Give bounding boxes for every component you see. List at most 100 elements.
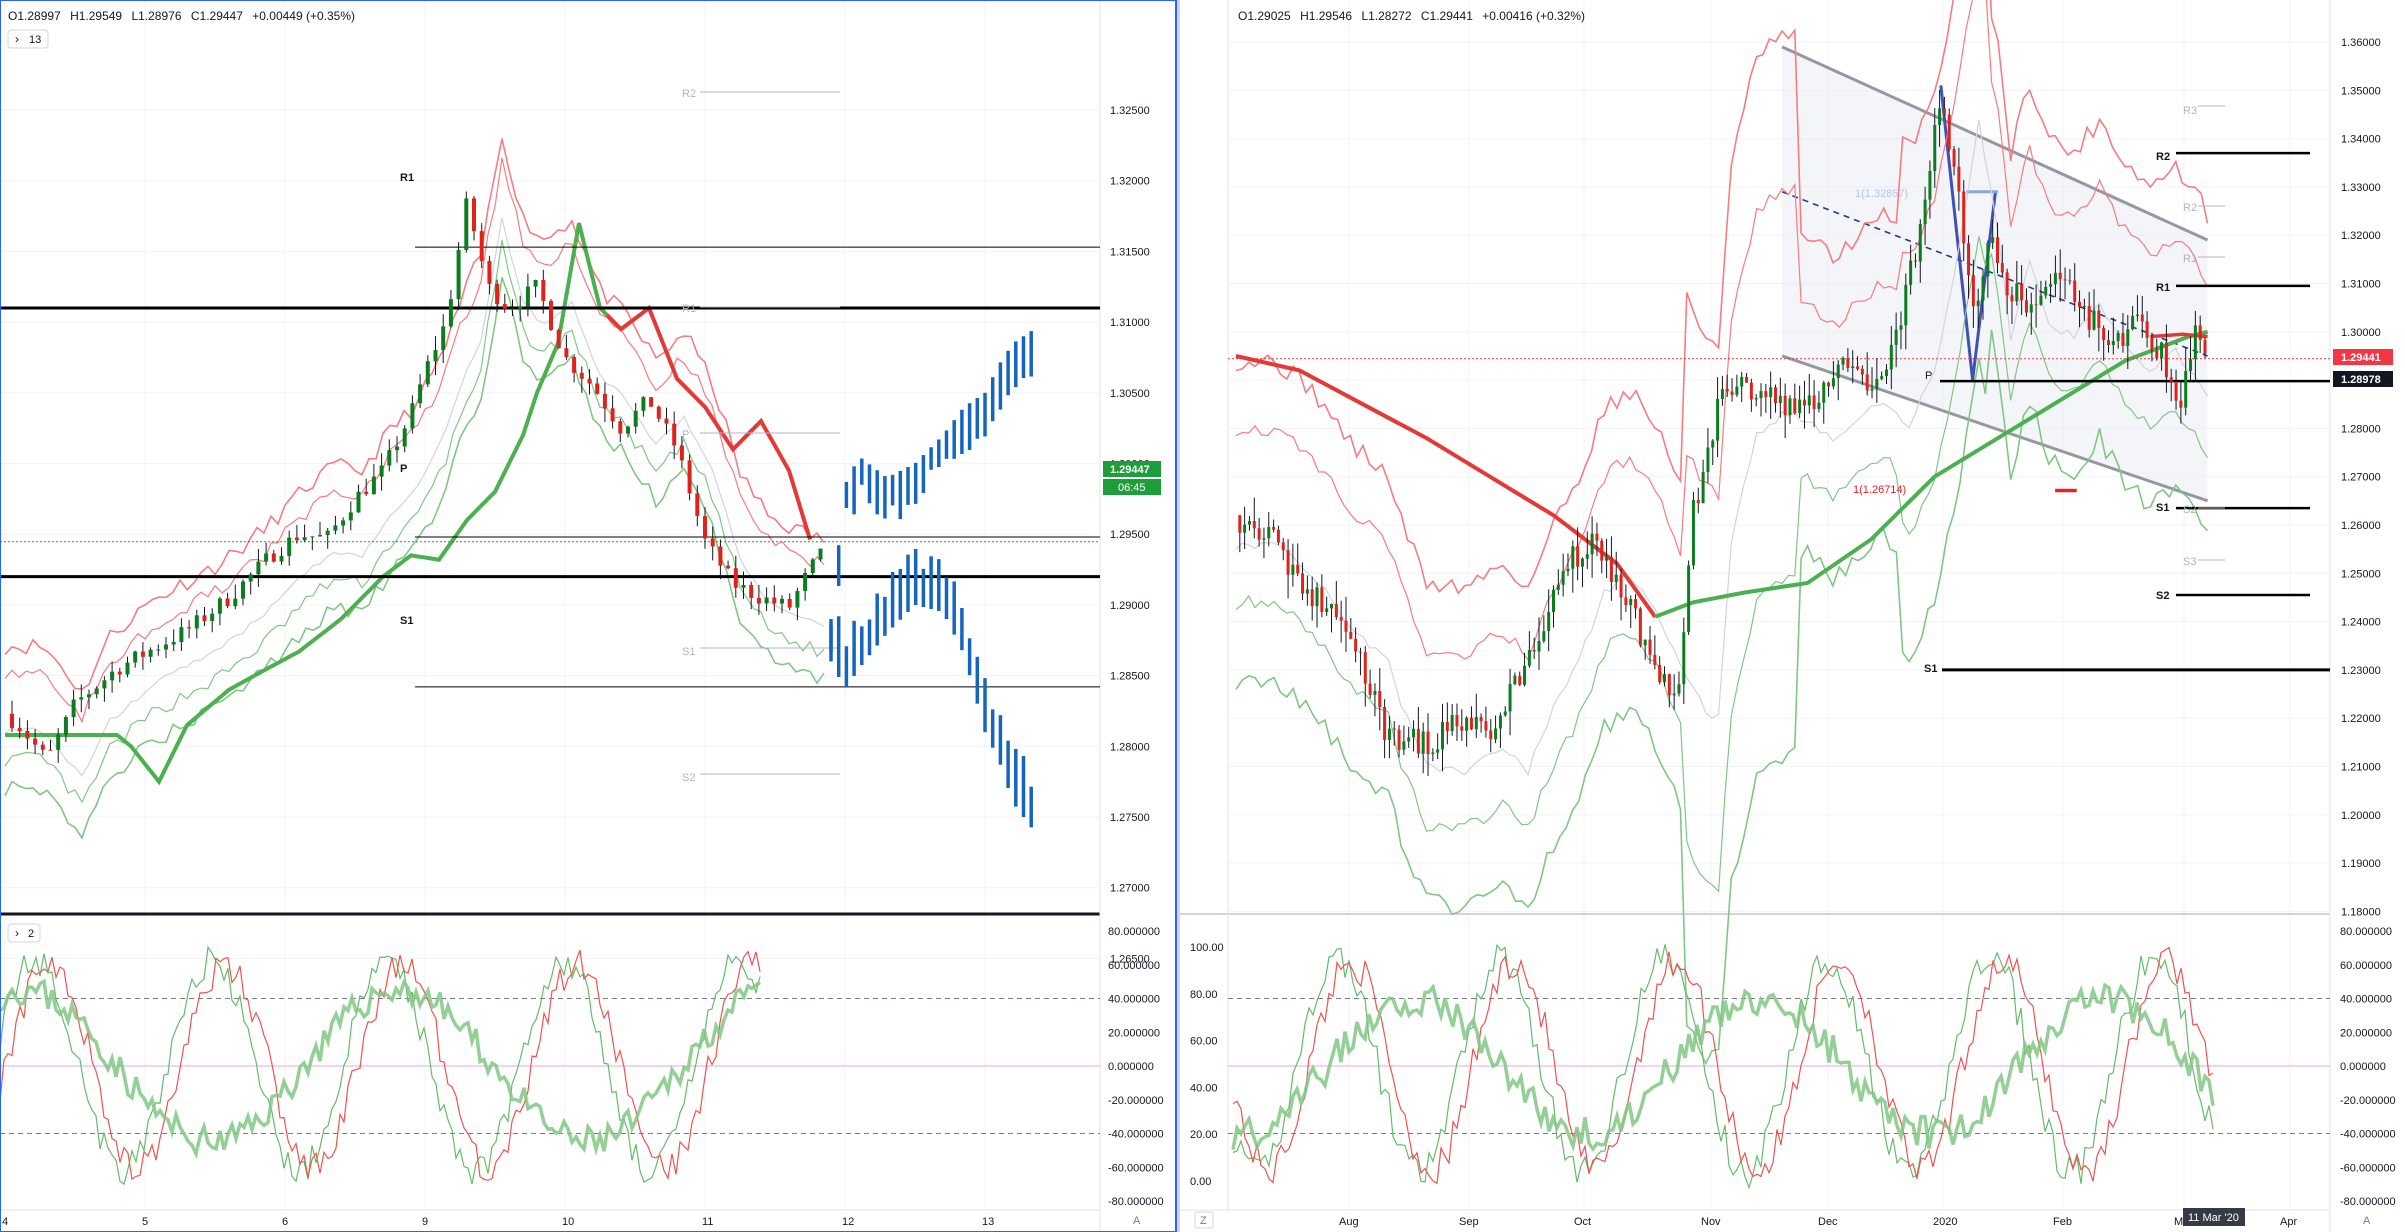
right-candle-body xyxy=(2126,329,2130,346)
left-countdown-text: 06:45 xyxy=(1118,482,1146,494)
right-time-tick-label: Aug xyxy=(1339,1216,1359,1228)
right-auto-scale-button[interactable]: A xyxy=(2363,1215,2371,1227)
right-candle-body xyxy=(2078,301,2082,307)
left-candle-body xyxy=(510,308,515,310)
right-candle-body xyxy=(1856,366,1860,369)
right-candle-body xyxy=(1691,500,1695,566)
right-candle-body xyxy=(2155,349,2159,359)
right-candle-body xyxy=(1725,388,1729,392)
left-price-tick-label: 1.28500 xyxy=(1110,671,1150,683)
right-candle-body xyxy=(1580,558,1584,567)
right-candle-body xyxy=(1788,398,1792,416)
right-candle-body xyxy=(2068,280,2072,282)
right-candle-body xyxy=(1310,589,1314,607)
left-indicator-count: 2 xyxy=(28,928,34,940)
right-candle-body xyxy=(1846,358,1850,368)
right-candle-body xyxy=(1494,728,1498,740)
right-osc-tick-label: 0.000000 xyxy=(2340,1061,2386,1073)
right-candle-body xyxy=(1913,260,1917,262)
right-candle-body xyxy=(1706,447,1710,473)
left-last-price-text: 1.29447 xyxy=(1110,464,1150,476)
right-ghost-s2-label: S2 xyxy=(2183,504,2196,516)
right-candle-body xyxy=(1798,399,1802,414)
left-candle-body xyxy=(271,553,276,562)
right-candle-body xyxy=(2174,381,2178,401)
left-candle-body xyxy=(595,383,600,394)
right-price-tick-label: 1.18000 xyxy=(2341,906,2381,918)
right-chart-panel[interactable]: R3 R2 R2 R1 R1 P S1 S2 S3 S2 S1 1(1.3285… xyxy=(1180,0,2405,1232)
left-candle-body xyxy=(456,250,461,300)
right-candle-body xyxy=(1267,526,1271,539)
left-indicator-pane-button[interactable]: › 2 xyxy=(7,923,41,943)
right-candle-body xyxy=(1773,387,1777,404)
right-candle-body xyxy=(1667,674,1671,696)
left-candle-body xyxy=(333,525,338,531)
right-price-tick-label: 1.25000 xyxy=(2341,568,2381,580)
right-time-tick-label: Oct xyxy=(1574,1216,1591,1228)
right-price-tick-label: 1.33000 xyxy=(2341,182,2381,194)
right-price-tick-label: 1.35000 xyxy=(2341,85,2381,97)
right-candle-body xyxy=(2111,341,2115,345)
left-auto-scale-button[interactable]: A xyxy=(1133,1215,1141,1227)
left-candle-body xyxy=(726,565,731,569)
left-price-tick-label: 1.27000 xyxy=(1110,883,1150,895)
right-candle-body xyxy=(1981,276,1985,301)
left-candle-body xyxy=(40,744,45,750)
left-time-tick-label: 5 xyxy=(142,1216,148,1228)
right-candle-body xyxy=(1527,650,1531,666)
left-candle-body xyxy=(33,738,38,745)
right-candle-body xyxy=(1460,726,1464,731)
left-candle-body xyxy=(410,403,415,429)
right-candle-body xyxy=(2015,283,2019,302)
right-candle-body xyxy=(1272,526,1276,530)
right-price-tick-label: 1.34000 xyxy=(2341,134,2381,146)
right-price-tick-label: 1.26000 xyxy=(2341,520,2381,532)
left-candle-body xyxy=(556,329,561,349)
left-candle-body xyxy=(348,512,353,521)
right-candle-body xyxy=(1624,597,1628,606)
left-candle-body xyxy=(179,627,184,643)
left-candle-body xyxy=(356,491,361,513)
left-candle-body xyxy=(225,598,230,607)
right-time-tick-label: Feb xyxy=(2053,1216,2072,1228)
right-candle-body xyxy=(2005,272,2009,296)
left-candle-body xyxy=(525,286,530,307)
left-chart-panel[interactable]: R1 P S1 R2 R1 P S1 S2 1.32500 1.32000 1.31… xyxy=(0,0,1176,1232)
right-candle-body xyxy=(1841,358,1845,365)
left-candle-body xyxy=(25,730,30,739)
right-zoom-button[interactable]: Z xyxy=(1194,1211,1214,1229)
left-price-tick-label: 1.28000 xyxy=(1110,741,1150,753)
right-candle-body xyxy=(1421,731,1425,754)
right-candle-body xyxy=(2102,328,2106,341)
right-pivot-s2-label: S2 xyxy=(2156,590,2169,602)
right-candle-body xyxy=(2063,279,2067,281)
right-candle-body xyxy=(1474,716,1478,730)
right-candle-body xyxy=(1923,199,1927,225)
right-pivot-r2-label: R2 xyxy=(2156,151,2170,163)
left-low-value: L1.28976 xyxy=(131,9,181,23)
left-candle-body xyxy=(264,553,269,562)
right-price-tick-label: 1.23000 xyxy=(2341,665,2381,677)
right-candle-body xyxy=(1576,546,1580,567)
left-candle-body xyxy=(325,530,330,536)
right-candle-body xyxy=(1942,108,1946,115)
right-candle-body xyxy=(1614,574,1618,582)
right-candle-body xyxy=(1330,603,1334,609)
left-collapse-indicators-button[interactable]: › 13 xyxy=(7,29,49,49)
left-candle-body xyxy=(294,537,299,541)
left-candle-body xyxy=(541,280,546,301)
right-osc-left-tick-label: 100.00 xyxy=(1190,942,1224,954)
right-candle-body xyxy=(1469,717,1473,730)
right-candle-body xyxy=(2058,272,2062,280)
right-candle-body xyxy=(1334,603,1338,618)
right-candle-body xyxy=(1508,684,1512,712)
right-candle-body xyxy=(1677,684,1681,694)
right-time-tick-label: Dec xyxy=(1818,1216,1838,1228)
right-candle-body xyxy=(1441,722,1445,750)
left-candle-body xyxy=(795,590,800,608)
left-candle-body xyxy=(418,384,423,404)
left-candle-body xyxy=(279,555,284,562)
right-candle-body xyxy=(1899,325,1903,330)
left-candle-body xyxy=(710,538,715,547)
left-ghost-p-label: P xyxy=(682,429,689,441)
